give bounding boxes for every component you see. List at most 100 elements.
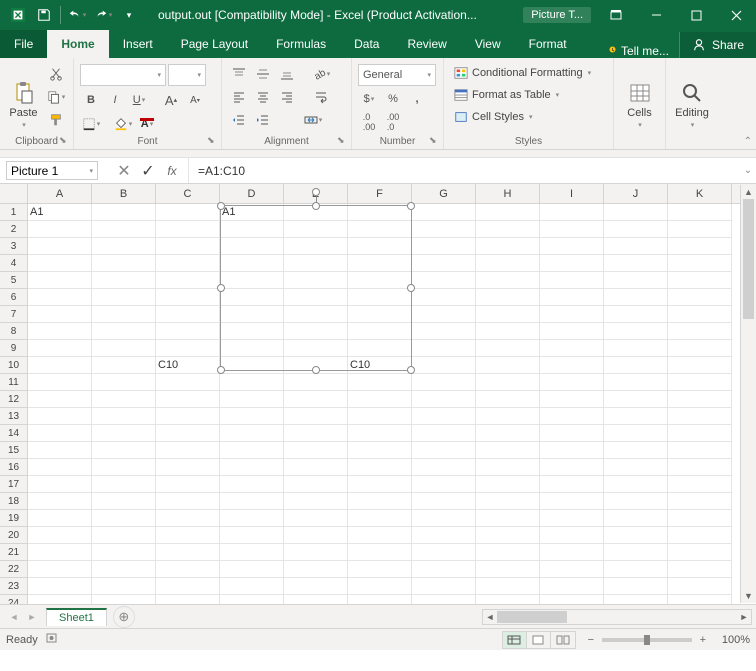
cell-G22[interactable] (412, 561, 476, 578)
cell-K12[interactable] (668, 391, 732, 408)
cell-J3[interactable] (604, 238, 668, 255)
cell-F18[interactable] (348, 493, 412, 510)
cell-B4[interactable] (92, 255, 156, 272)
cell-C3[interactable] (156, 238, 220, 255)
cell-E18[interactable] (284, 493, 348, 510)
cell-I16[interactable] (540, 459, 604, 476)
tell-me-search[interactable]: Tell me... (595, 44, 679, 58)
cell-C16[interactable] (156, 459, 220, 476)
cell-G6[interactable] (412, 289, 476, 306)
row-header-17[interactable]: 17 (0, 476, 28, 493)
cell-B6[interactable] (92, 289, 156, 306)
cell-D18[interactable] (220, 493, 284, 510)
cell-A24[interactable] (28, 595, 92, 604)
cell-G18[interactable] (412, 493, 476, 510)
cell-D22[interactable] (220, 561, 284, 578)
cell-styles-button[interactable]: Cell Styles▾ (450, 108, 595, 126)
cell-G21[interactable] (412, 544, 476, 561)
cell-J7[interactable] (604, 306, 668, 323)
decrease-indent-button[interactable] (228, 110, 250, 130)
maximize-button[interactable] (676, 0, 716, 30)
cell-J15[interactable] (604, 442, 668, 459)
minimize-button[interactable] (636, 0, 676, 30)
cell-A22[interactable] (28, 561, 92, 578)
cell-B10[interactable] (92, 357, 156, 374)
font-launcher[interactable]: ⬊ (207, 135, 219, 147)
cell-D14[interactable] (220, 425, 284, 442)
cell-F23[interactable] (348, 578, 412, 595)
cell-F14[interactable] (348, 425, 412, 442)
cell-K18[interactable] (668, 493, 732, 510)
copy-button[interactable]: ▾ (45, 87, 67, 107)
cell-A17[interactable] (28, 476, 92, 493)
cell-I9[interactable] (540, 340, 604, 357)
cell-J4[interactable] (604, 255, 668, 272)
italic-button[interactable]: I (104, 90, 126, 110)
row-header-6[interactable]: 6 (0, 289, 28, 306)
cell-A3[interactable] (28, 238, 92, 255)
horizontal-scrollbar[interactable]: ◄ ► (482, 609, 752, 625)
cell-C20[interactable] (156, 527, 220, 544)
row-header-12[interactable]: 12 (0, 391, 28, 408)
cell-E14[interactable] (284, 425, 348, 442)
cell-G15[interactable] (412, 442, 476, 459)
cell-G9[interactable] (412, 340, 476, 357)
cell-H4[interactable] (476, 255, 540, 272)
cell-B12[interactable] (92, 391, 156, 408)
col-header-C[interactable]: C (156, 184, 220, 203)
cell-J12[interactable] (604, 391, 668, 408)
col-header-F[interactable]: F (348, 184, 412, 203)
cell-K7[interactable] (668, 306, 732, 323)
cell-A18[interactable] (28, 493, 92, 510)
cell-K21[interactable] (668, 544, 732, 561)
resize-handle-s[interactable] (312, 366, 320, 374)
cell-H10[interactable] (476, 357, 540, 374)
cell-D11[interactable] (220, 374, 284, 391)
cell-J6[interactable] (604, 289, 668, 306)
normal-view-button[interactable] (503, 632, 527, 648)
resize-handle-nw[interactable] (217, 202, 225, 210)
cell-F22[interactable] (348, 561, 412, 578)
cell-G1[interactable] (412, 204, 476, 221)
cut-button[interactable] (45, 64, 67, 84)
tab-view[interactable]: View (461, 30, 515, 58)
cell-C10[interactable]: C10 (156, 357, 220, 374)
cell-K23[interactable] (668, 578, 732, 595)
underline-button[interactable]: U▾ (128, 90, 150, 110)
cell-A19[interactable] (28, 510, 92, 527)
cell-H7[interactable] (476, 306, 540, 323)
cell-B15[interactable] (92, 442, 156, 459)
cell-H8[interactable] (476, 323, 540, 340)
cell-K13[interactable] (668, 408, 732, 425)
col-header-A[interactable]: A (28, 184, 92, 203)
cell-E24[interactable] (284, 595, 348, 604)
formula-input[interactable]: =A1:C10 (189, 158, 740, 183)
cell-C4[interactable] (156, 255, 220, 272)
cell-B13[interactable] (92, 408, 156, 425)
close-button[interactable] (716, 0, 756, 30)
cell-C15[interactable] (156, 442, 220, 459)
format-as-table-button[interactable]: Format as Table▾ (450, 86, 595, 104)
cell-A14[interactable] (28, 425, 92, 442)
conditional-formatting-button[interactable]: Conditional Formatting▾ (450, 64, 595, 82)
cell-F11[interactable] (348, 374, 412, 391)
cell-I5[interactable] (540, 272, 604, 289)
cell-G19[interactable] (412, 510, 476, 527)
cell-B3[interactable] (92, 238, 156, 255)
cell-H2[interactable] (476, 221, 540, 238)
cell-G14[interactable] (412, 425, 476, 442)
cell-D19[interactable] (220, 510, 284, 527)
cell-J21[interactable] (604, 544, 668, 561)
cell-K6[interactable] (668, 289, 732, 306)
cell-A9[interactable] (28, 340, 92, 357)
cell-C13[interactable] (156, 408, 220, 425)
cell-H13[interactable] (476, 408, 540, 425)
cell-I14[interactable] (540, 425, 604, 442)
bold-button[interactable]: B (80, 90, 102, 110)
cell-E12[interactable] (284, 391, 348, 408)
cell-K19[interactable] (668, 510, 732, 527)
col-header-D[interactable]: D (220, 184, 284, 203)
cell-J22[interactable] (604, 561, 668, 578)
cell-I6[interactable] (540, 289, 604, 306)
row-header-4[interactable]: 4 (0, 255, 28, 272)
